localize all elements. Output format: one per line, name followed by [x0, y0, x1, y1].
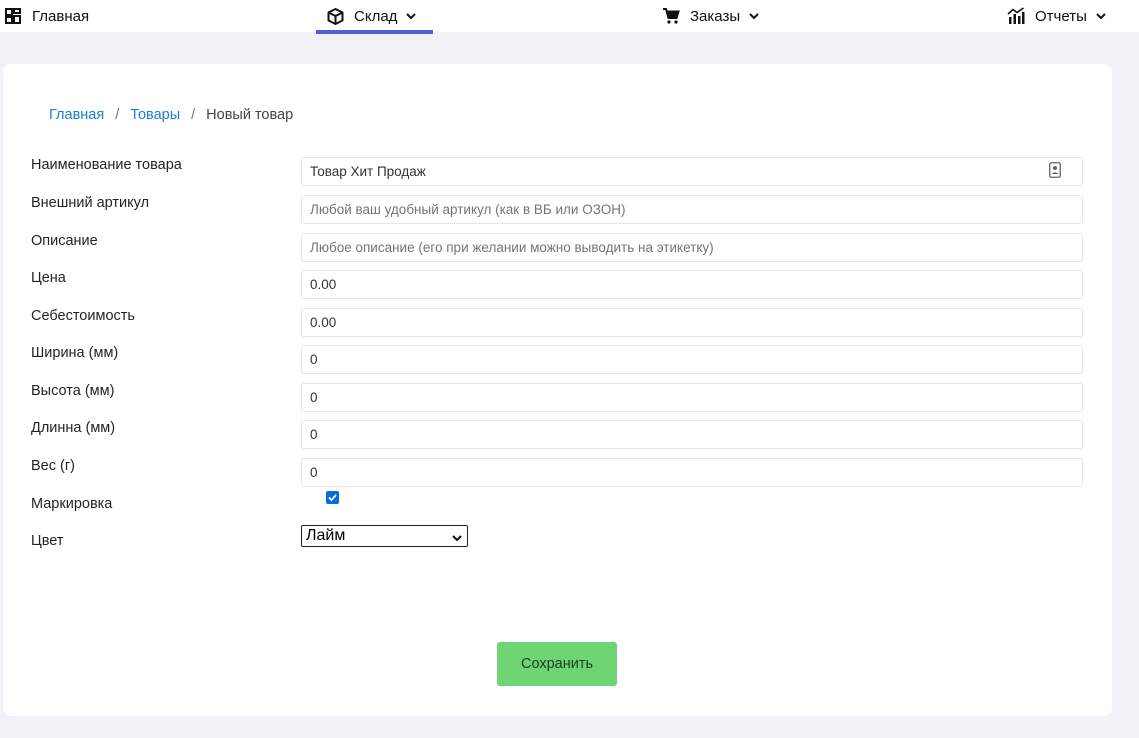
- nav-home-label: Главная: [32, 7, 90, 25]
- width-input[interactable]: [301, 345, 1083, 374]
- cart-icon: [662, 7, 680, 25]
- form-row-article: Внешний артикул: [31, 195, 1084, 225]
- product-form-card: Главная / Товары / Новый товар Наименова…: [3, 64, 1112, 716]
- form-row-length: Длинна (мм): [31, 420, 1084, 450]
- length-input[interactable]: [301, 420, 1083, 449]
- nav-sklad[interactable]: Склад: [316, 0, 433, 34]
- chart-icon: [1007, 7, 1025, 25]
- breadcrumb-separator: /: [115, 107, 120, 123]
- form-row-height: Высота (мм): [31, 383, 1084, 413]
- color-select-value: Лайм: [306, 527, 346, 544]
- description-label: Описание: [31, 233, 98, 249]
- form-row-name: Наименование товара: [31, 157, 1084, 187]
- form-row-width: Ширина (мм): [31, 345, 1084, 375]
- nav-home[interactable]: Главная: [4, 0, 89, 32]
- chevron-down-icon: [1095, 10, 1107, 22]
- length-label: Длинна (мм): [31, 420, 116, 436]
- article-label: Внешний артикул: [31, 195, 150, 211]
- form-row-weight: Вес (г): [31, 458, 1084, 488]
- cost-input[interactable]: [301, 308, 1083, 337]
- nav-orders[interactable]: Заказы: [662, 0, 760, 32]
- weight-label: Вес (г): [31, 458, 75, 474]
- breadcrumb-home-link[interactable]: Главная: [49, 107, 104, 123]
- dashboard-grid-icon: [4, 7, 22, 25]
- price-label: Цена: [31, 270, 66, 286]
- chevron-down-icon: [748, 10, 760, 22]
- nav-sklad-label: Склад: [354, 7, 398, 25]
- form-row-marking: Маркировка: [31, 491, 1084, 526]
- form-row-price: Цена: [31, 270, 1084, 300]
- marking-checkbox[interactable]: [326, 491, 339, 504]
- breadcrumb-current: Новый товар: [206, 107, 294, 123]
- nav-reports-label: Отчеты: [1035, 7, 1087, 25]
- price-input[interactable]: [301, 270, 1083, 299]
- description-input[interactable]: [301, 233, 1083, 262]
- save-button[interactable]: Сохранить: [497, 642, 617, 686]
- color-select[interactable]: Лайм: [301, 525, 468, 547]
- breadcrumb: Главная / Товары / Новый товар: [49, 107, 293, 123]
- color-label: Цвет: [31, 533, 64, 549]
- weight-input[interactable]: [301, 458, 1083, 487]
- box-icon: [326, 7, 344, 25]
- top-navbar: Главная Склад Заказы Отчеты: [0, 0, 1139, 34]
- breadcrumb-products-link[interactable]: Товары: [130, 107, 180, 123]
- article-input[interactable]: [301, 195, 1083, 224]
- autofill-contact-icon[interactable]: [1049, 162, 1061, 178]
- active-tab-indicator: [316, 30, 433, 34]
- nav-orders-label: Заказы: [690, 7, 741, 25]
- breadcrumb-separator: /: [191, 107, 196, 123]
- chevron-down-icon: [451, 531, 463, 549]
- marking-label: Маркировка: [31, 496, 113, 512]
- form-row-color: Цвет Лайм: [31, 525, 1084, 563]
- form-row-cost: Себестоимость: [31, 308, 1084, 338]
- name-input[interactable]: [301, 157, 1083, 186]
- chevron-down-icon: [405, 10, 417, 22]
- name-label: Наименование товара: [31, 157, 182, 173]
- nav-reports[interactable]: Отчеты: [1007, 0, 1107, 32]
- height-label: Высота (мм): [31, 383, 115, 399]
- cost-label: Себестоимость: [31, 308, 135, 324]
- form-row-description: Описание: [31, 233, 1084, 263]
- width-label: Ширина (мм): [31, 345, 119, 361]
- height-input[interactable]: [301, 383, 1083, 412]
